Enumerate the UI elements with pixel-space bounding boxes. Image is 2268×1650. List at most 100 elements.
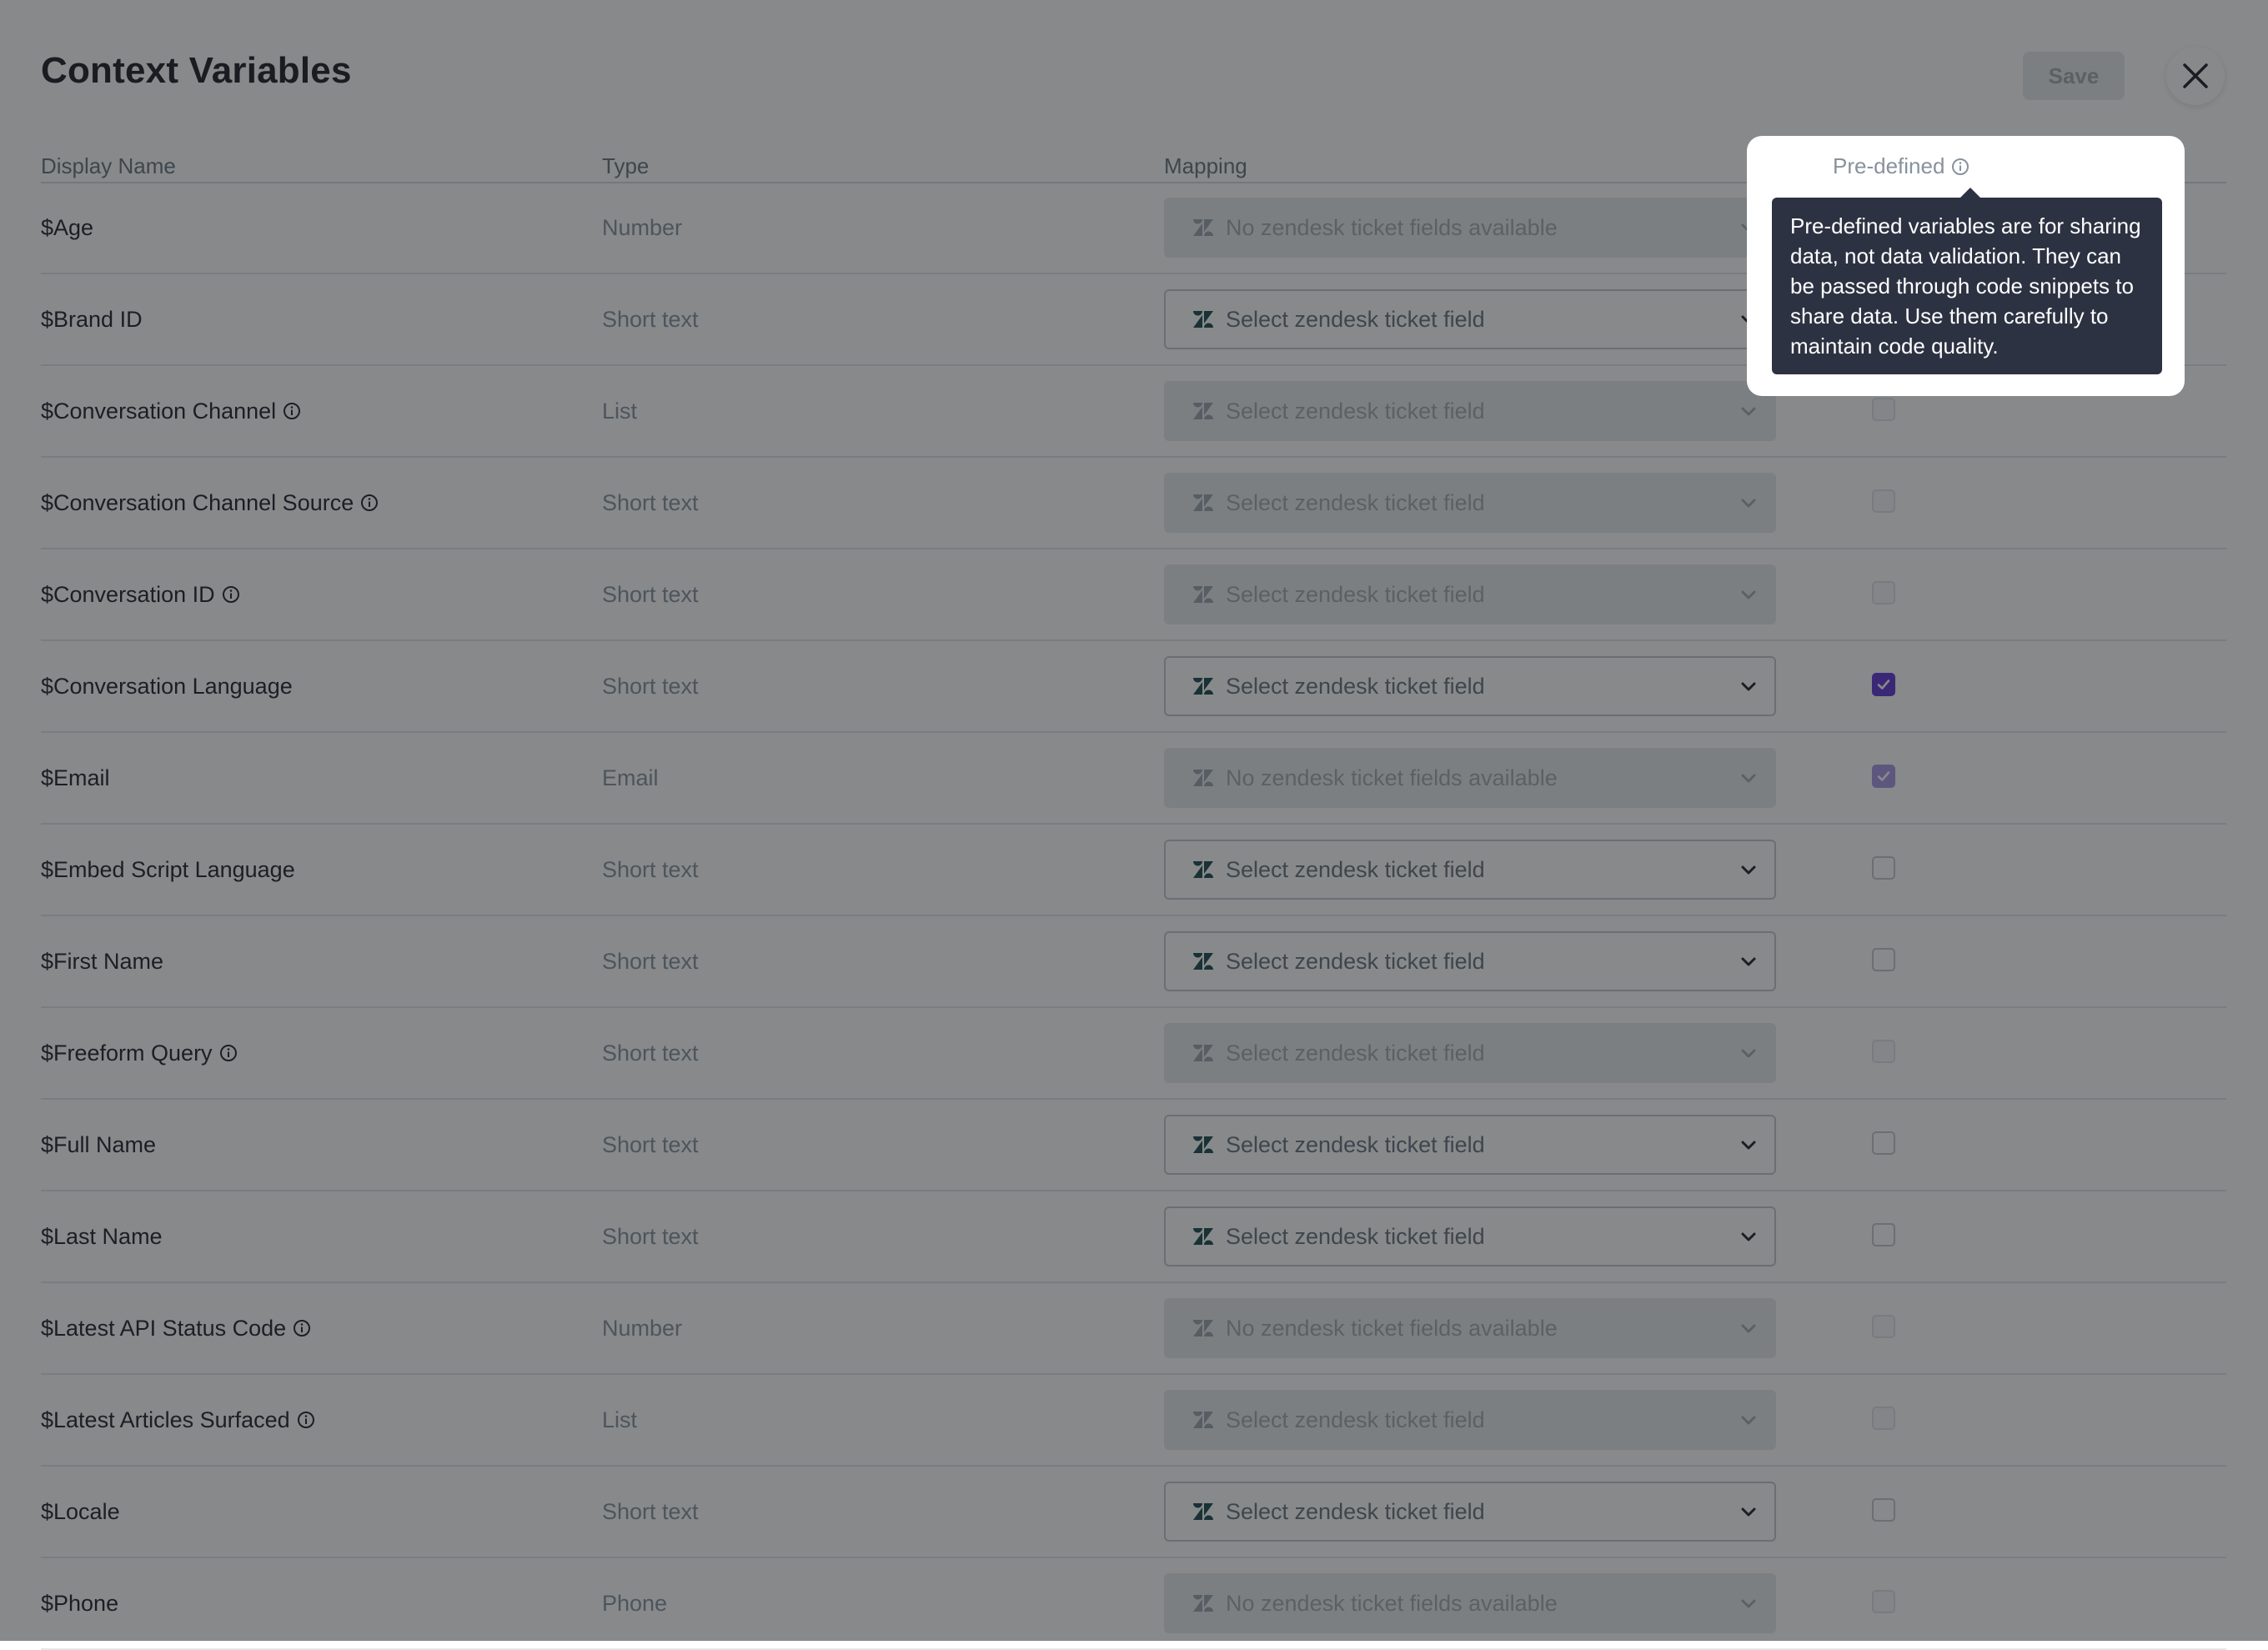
variable-name-text: $Conversation Language — [41, 673, 293, 699]
save-button[interactable]: Save — [2023, 52, 2125, 100]
mapping-select-value: Select zendesk ticket field — [1226, 673, 1485, 699]
zendesk-logo-icon — [1192, 1227, 1214, 1246]
table-row: $Last Name Short text Select zendesk ticke… — [41, 1191, 2226, 1283]
column-header-display-name: Display Name — [41, 153, 176, 178]
mapping-select-value: Select zendesk ticket field — [1226, 306, 1485, 332]
table-row: $Latest API Status Code Number No zendesk … — [41, 1283, 2226, 1375]
zendesk-logo-icon — [1192, 402, 1214, 420]
variable-name-text: $Email — [41, 765, 110, 790]
table-row: $Full Name Short text Select zendesk ticke… — [41, 1100, 2226, 1191]
predefined-checkbox[interactable] — [1872, 673, 1895, 696]
column-header-mapping: Mapping — [1164, 153, 1247, 178]
variable-display-name: $Locale — [41, 1467, 120, 1557]
variable-type: Number — [602, 1315, 683, 1341]
variable-display-name: $Full Name — [41, 1100, 156, 1190]
variable-display-name: $Conversation Channel Source — [41, 458, 379, 548]
info-icon[interactable] — [1951, 158, 1969, 176]
variable-type: Short text — [602, 306, 699, 332]
variable-name-text: $Age — [41, 214, 94, 240]
chevron-down-icon — [1738, 1502, 1759, 1529]
table-row: $Conversation Language Short text Select z… — [41, 641, 2226, 733]
zendesk-logo-icon — [1192, 494, 1214, 512]
info-icon[interactable] — [283, 402, 301, 420]
predefined-checkbox — [1872, 1315, 1895, 1338]
table-row: $Conversation ID Short text Select zendesk… — [41, 549, 2226, 641]
variable-display-name: $Conversation Channel — [41, 366, 301, 456]
mapping-select[interactable]: Select zendesk ticket field — [1164, 289, 1776, 349]
mapping-select-value: No zendesk ticket fields available — [1226, 1315, 1558, 1341]
variable-type: Short text — [602, 856, 699, 882]
variable-display-name: $Phone — [41, 1558, 118, 1648]
mapping-select: No zendesk ticket fields available — [1164, 1573, 1776, 1633]
predefined-checkbox — [1872, 398, 1895, 421]
table-row: $Freeform Query Short text Select zendesk … — [41, 1008, 2226, 1100]
mapping-select-value: Select zendesk ticket field — [1226, 1040, 1485, 1066]
chevron-down-icon — [1738, 1226, 1759, 1254]
predefined-tooltip: Pre-defined variables are for sharing da… — [1772, 188, 2162, 374]
mapping-select-value: Select zendesk ticket field — [1226, 1498, 1485, 1524]
variable-name-text: $Locale — [41, 1498, 120, 1524]
predefined-checkbox[interactable] — [1872, 948, 1895, 971]
variable-display-name: $Age — [41, 183, 93, 273]
variable-name-text: $Conversation Channel Source — [41, 489, 354, 515]
variable-type: Short text — [602, 489, 699, 515]
mapping-select-value: Select zendesk ticket field — [1226, 948, 1485, 974]
variables-table: $Age Number No zendesk ticket fields avail… — [41, 183, 2226, 1650]
zendesk-logo-icon — [1192, 952, 1214, 970]
variable-display-name: $Freeform Query — [41, 1008, 238, 1098]
info-icon[interactable] — [219, 1044, 238, 1062]
mapping-select[interactable]: Select zendesk ticket field — [1164, 931, 1776, 991]
mapping-select: No zendesk ticket fields available — [1164, 1298, 1776, 1358]
variable-name-text: $Conversation Channel — [41, 398, 277, 424]
predefined-checkbox — [1872, 489, 1895, 513]
mapping-select: Select zendesk ticket field — [1164, 564, 1776, 624]
zendesk-logo-icon — [1192, 1594, 1214, 1612]
variable-name-text: $Phone — [41, 1590, 119, 1616]
mapping-select: Select zendesk ticket field — [1164, 473, 1776, 533]
column-header-type: Type — [602, 153, 650, 178]
variable-display-name: $Brand ID — [41, 274, 143, 364]
predefined-checkbox[interactable] — [1872, 856, 1895, 880]
info-icon[interactable] — [222, 585, 240, 604]
mapping-select[interactable]: Select zendesk ticket field — [1164, 840, 1776, 900]
mapping-select[interactable]: Select zendesk ticket field — [1164, 1206, 1776, 1266]
table-row: $Phone Phone No zendesk ticket fields avai… — [41, 1558, 2226, 1650]
mapping-select[interactable]: Select zendesk ticket field — [1164, 1482, 1776, 1542]
chevron-down-icon — [1738, 1593, 1759, 1621]
info-icon[interactable] — [360, 494, 379, 512]
mapping-select-value: No zendesk ticket fields available — [1226, 1590, 1558, 1616]
chevron-down-icon — [1738, 768, 1759, 795]
zendesk-logo-icon — [1192, 1502, 1214, 1521]
chevron-down-icon — [1738, 860, 1759, 887]
predefined-checkbox — [1872, 581, 1895, 604]
mapping-select[interactable]: Select zendesk ticket field — [1164, 1115, 1776, 1175]
table-row: $Conversation Channel Source Short text Se… — [41, 458, 2226, 549]
predefined-checkbox — [1872, 1590, 1895, 1613]
predefined-checkbox[interactable] — [1872, 1498, 1895, 1522]
mapping-select-value: No zendesk ticket fields available — [1226, 214, 1558, 240]
variable-name-text: $Latest API Status Code — [41, 1315, 287, 1341]
predefined-checkbox[interactable] — [1872, 1223, 1895, 1246]
column-header-predefined: Pre-defined — [1833, 153, 1969, 179]
mapping-select-value: Select zendesk ticket field — [1226, 398, 1485, 424]
info-icon[interactable] — [297, 1411, 315, 1429]
chevron-down-icon — [1738, 1135, 1759, 1162]
zendesk-logo-icon — [1192, 769, 1214, 787]
mapping-select: Select zendesk ticket field — [1164, 381, 1776, 441]
mapping-select-value: Select zendesk ticket field — [1226, 489, 1485, 515]
info-icon[interactable] — [293, 1319, 311, 1337]
zendesk-logo-icon — [1192, 1044, 1214, 1062]
variable-type: Short text — [602, 1131, 699, 1157]
variable-type: Short text — [602, 1223, 699, 1249]
chevron-down-icon — [1738, 584, 1759, 612]
variable-type: Short text — [602, 1498, 699, 1524]
variable-display-name: $Latest API Status Code — [41, 1283, 311, 1373]
variable-type: Short text — [602, 673, 699, 699]
predefined-checkbox[interactable] — [1872, 1131, 1895, 1155]
close-button[interactable] — [2166, 47, 2225, 105]
zendesk-logo-icon — [1192, 218, 1214, 237]
mapping-select-value: Select zendesk ticket field — [1226, 1407, 1485, 1432]
zendesk-logo-icon — [1192, 1411, 1214, 1429]
variable-name-text: $Full Name — [41, 1131, 157, 1157]
mapping-select[interactable]: Select zendesk ticket field — [1164, 656, 1776, 716]
